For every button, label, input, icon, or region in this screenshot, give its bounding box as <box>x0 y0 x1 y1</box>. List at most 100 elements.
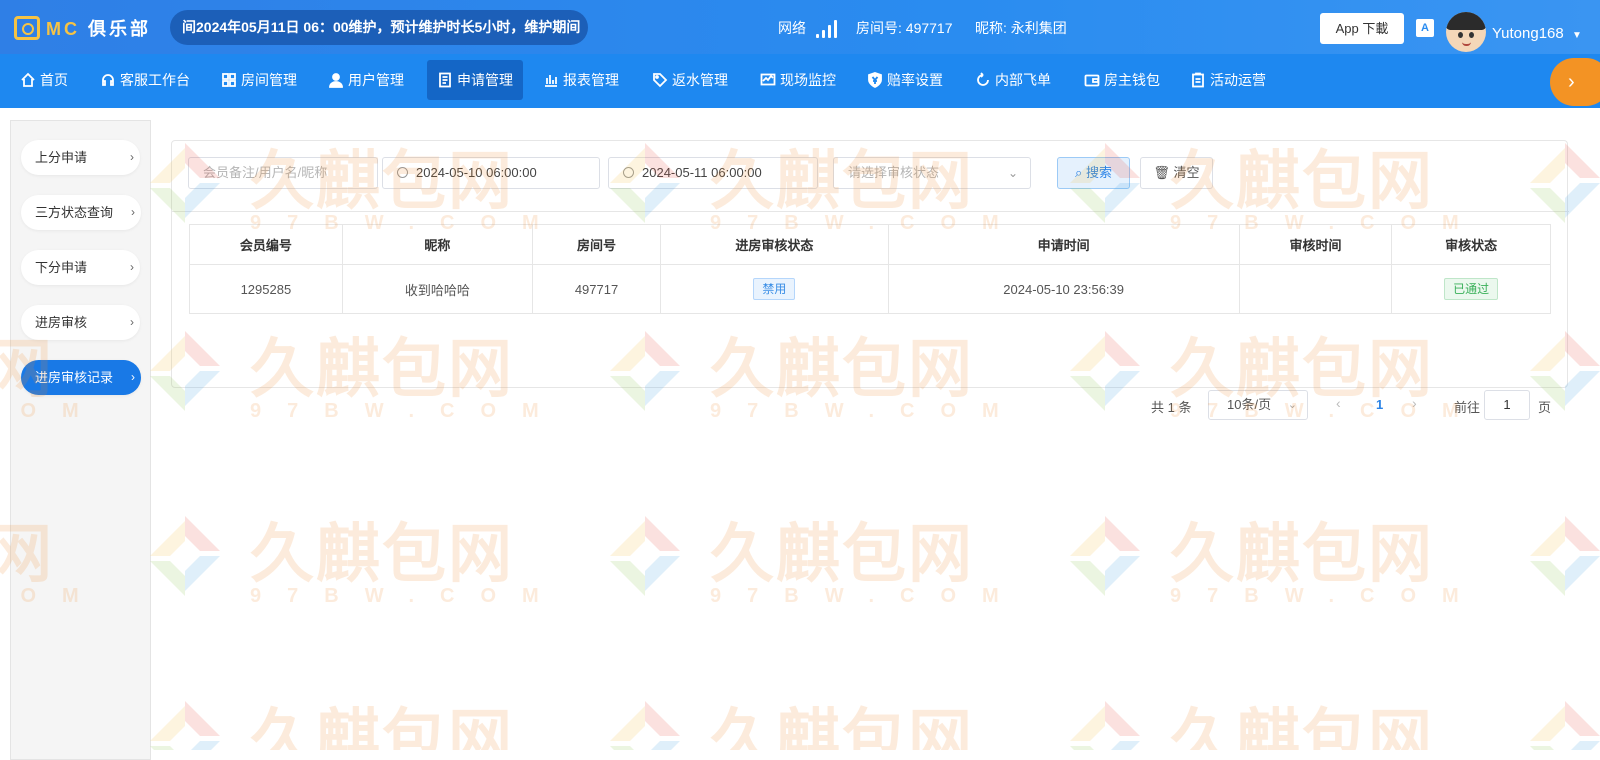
nav-item-odds-settings[interactable]: 赔率设置 <box>857 60 953 100</box>
clipboard-icon <box>1192 72 1204 88</box>
column-header: 申请时间 <box>887 224 1240 265</box>
nav-item-live-monitor[interactable]: 现场监控 <box>750 60 846 100</box>
chevron-right-icon: › <box>1568 71 1575 93</box>
records-table: 会员编号 昵称 房间号 进房审核状态 申请时间 审核时间 审核状态 129528… <box>189 224 1551 314</box>
clock-icon <box>623 167 634 178</box>
review-status-cell: 已通过 <box>1391 264 1551 314</box>
sidebar-item-debit-request[interactable]: 下分申请 › <box>21 250 140 285</box>
start-time-picker[interactable]: 2024-05-10 06:00:00 <box>382 157 600 189</box>
status-select[interactable]: 请选择审核状态 ⌄ <box>833 157 1031 189</box>
nav-item-user-management[interactable]: 用户管理 <box>318 60 414 100</box>
nav-item-owner-wallet[interactable]: 房主钱包 <box>1074 60 1170 100</box>
translate-icon[interactable]: A <box>1416 19 1434 37</box>
search-icon: ⌕ <box>1075 165 1086 180</box>
watermark: 久麒包网97BW.COM <box>600 688 1000 750</box>
table-header-row: 会员编号 昵称 房间号 进房审核状态 申请时间 审核时间 审核状态 <box>189 224 1551 265</box>
apply-time-cell: 2024-05-10 23:56:39 <box>887 264 1240 314</box>
network-status: 网络 <box>778 18 840 38</box>
prev-page-button[interactable]: ‹ <box>1336 395 1341 411</box>
watermark: 久麒包网97BW.COM <box>140 503 540 613</box>
chevron-right-icon: › <box>130 260 134 274</box>
room-number: 房间号: 497717 <box>856 20 953 36</box>
end-time-picker[interactable]: 2024-05-11 06:00:00 <box>608 157 818 189</box>
sidebar-item-room-entry-review-log[interactable]: 进房审核记录 › <box>21 360 141 395</box>
watermark: 久麒包网97BW.COM <box>1520 688 1600 750</box>
chevron-down-icon: ⌄ <box>1287 399 1297 411</box>
brand-logo[interactable]: MC 俱乐部 <box>14 14 151 42</box>
watermark: 久麒包网97BW.COM <box>140 688 540 750</box>
avatar[interactable] <box>1446 12 1486 52</box>
column-header: 审核状态 <box>1391 224 1551 265</box>
watermark: 久麒包网97BW.COM <box>600 503 1000 613</box>
clock-icon <box>397 167 408 178</box>
cycle-icon <box>977 72 989 86</box>
table-row[interactable]: 1295285 收到哈哈哈 497717 禁用 2024-05-10 23:56… <box>189 264 1551 314</box>
room-number-cell: 497717 <box>532 264 661 314</box>
pagination: 共 1 条 10条/页 ⌄ ‹ 1 › 前往 1 页 <box>172 390 1569 420</box>
column-header: 审核时间 <box>1238 224 1393 265</box>
nav-item-internal-orders[interactable]: 内部飞单 <box>965 60 1061 100</box>
clear-button[interactable]: 🗑 清空 <box>1140 157 1213 189</box>
signal-icon <box>816 20 840 38</box>
nav-item-room-management[interactable]: 房间管理 <box>211 60 307 100</box>
nav-item-report-management[interactable]: 报表管理 <box>533 60 629 100</box>
entry-status-cell: 禁用 <box>660 264 889 314</box>
chevron-right-icon: › <box>131 370 135 384</box>
nickname: 昵称: 永利集团 <box>975 20 1067 36</box>
status-badge: 禁用 <box>753 278 796 300</box>
page-number[interactable]: 1 <box>1376 397 1383 412</box>
chevron-right-icon: › <box>130 315 134 329</box>
chevron-down-icon: ⌄ <box>1007 166 1018 180</box>
column-header: 昵称 <box>341 224 534 265</box>
network-label: 网络 <box>778 20 806 36</box>
form-icon <box>439 72 451 88</box>
watermark: 久麒包网97BW.COM <box>1060 503 1460 613</box>
sidebar-item-third-party-status[interactable]: 三方状态查询 › <box>21 195 141 230</box>
total-count: 共 1 条 <box>1151 400 1192 415</box>
nav-item-service-desk[interactable]: 客服工作台 <box>90 60 200 100</box>
grid-icon <box>222 73 236 87</box>
main-panel: 会员备注/用户名/昵称 2024-05-10 06:00:00 2024-05-… <box>171 140 1569 420</box>
yen-shield-icon <box>868 72 882 88</box>
sidebar-item-credit-request[interactable]: 上分申请 › <box>21 140 140 175</box>
column-header: 房间号 <box>532 224 661 265</box>
announcement-marquee: 间2024年05月11日 06：00维护，预计维护时长5小时，维护期间 <box>170 10 588 45</box>
username[interactable]: Yutong168 <box>1492 25 1564 42</box>
column-header: 进房审核状态 <box>660 224 889 265</box>
page-size-select[interactable]: 10条/页 ⌄ <box>1208 390 1308 420</box>
logo-icon <box>14 16 40 40</box>
chevron-right-icon: › <box>131 205 135 219</box>
nickname-cell: 收到哈哈哈 <box>341 264 534 314</box>
wallet-icon <box>1084 74 1100 87</box>
watermark: 久麒包网97BW.COM <box>1060 688 1460 750</box>
next-page-button[interactable]: › <box>1412 395 1417 411</box>
app-download-button[interactable]: App 下載 <box>1320 13 1404 44</box>
search-button[interactable]: ⌕ 搜索 <box>1057 157 1130 189</box>
review-time-cell <box>1238 264 1393 314</box>
goto-page-input[interactable]: 1 <box>1484 390 1530 420</box>
nav-item-rebate-management[interactable]: 返水管理 <box>642 60 738 100</box>
brand-name: 俱乐部 <box>88 19 152 39</box>
headset-icon <box>102 74 114 86</box>
tag-icon <box>653 73 668 88</box>
goto-label: 前往 <box>1454 400 1481 415</box>
bar-chart-icon <box>545 75 557 87</box>
chevron-down-icon[interactable]: ▼ <box>1572 30 1582 41</box>
nav-item-home[interactable]: 首页 <box>10 60 78 100</box>
main-nav: 首页 客服工作台 房间管理 用户管理 申请管理 报表管理 返水管理 现场监控 赔… <box>0 54 1600 108</box>
watermark: 久麒包网97BW.COM <box>1520 503 1600 613</box>
sidebar-item-room-entry-review[interactable]: 进房审核 › <box>21 305 140 340</box>
sidebar: 上分申请 › 三方状态查询 › 下分申请 › 进房审核 › 进房审核记录 › <box>10 120 151 760</box>
brand-prefix: MC <box>46 19 80 39</box>
search-input[interactable]: 会员备注/用户名/昵称 <box>188 157 378 189</box>
nav-item-events[interactable]: 活动运营 <box>1180 60 1276 100</box>
page-unit-label: 页 <box>1538 400 1552 415</box>
user-icon <box>329 73 343 88</box>
trash-icon: 🗑 <box>1153 165 1174 180</box>
column-header: 会员编号 <box>189 224 343 265</box>
nav-more-button[interactable]: › <box>1550 58 1600 106</box>
home-icon <box>21 72 35 87</box>
member-id-cell: 1295285 <box>189 264 343 314</box>
monitor-icon <box>760 73 776 86</box>
nav-item-application-management[interactable]: 申请管理 <box>427 60 523 100</box>
